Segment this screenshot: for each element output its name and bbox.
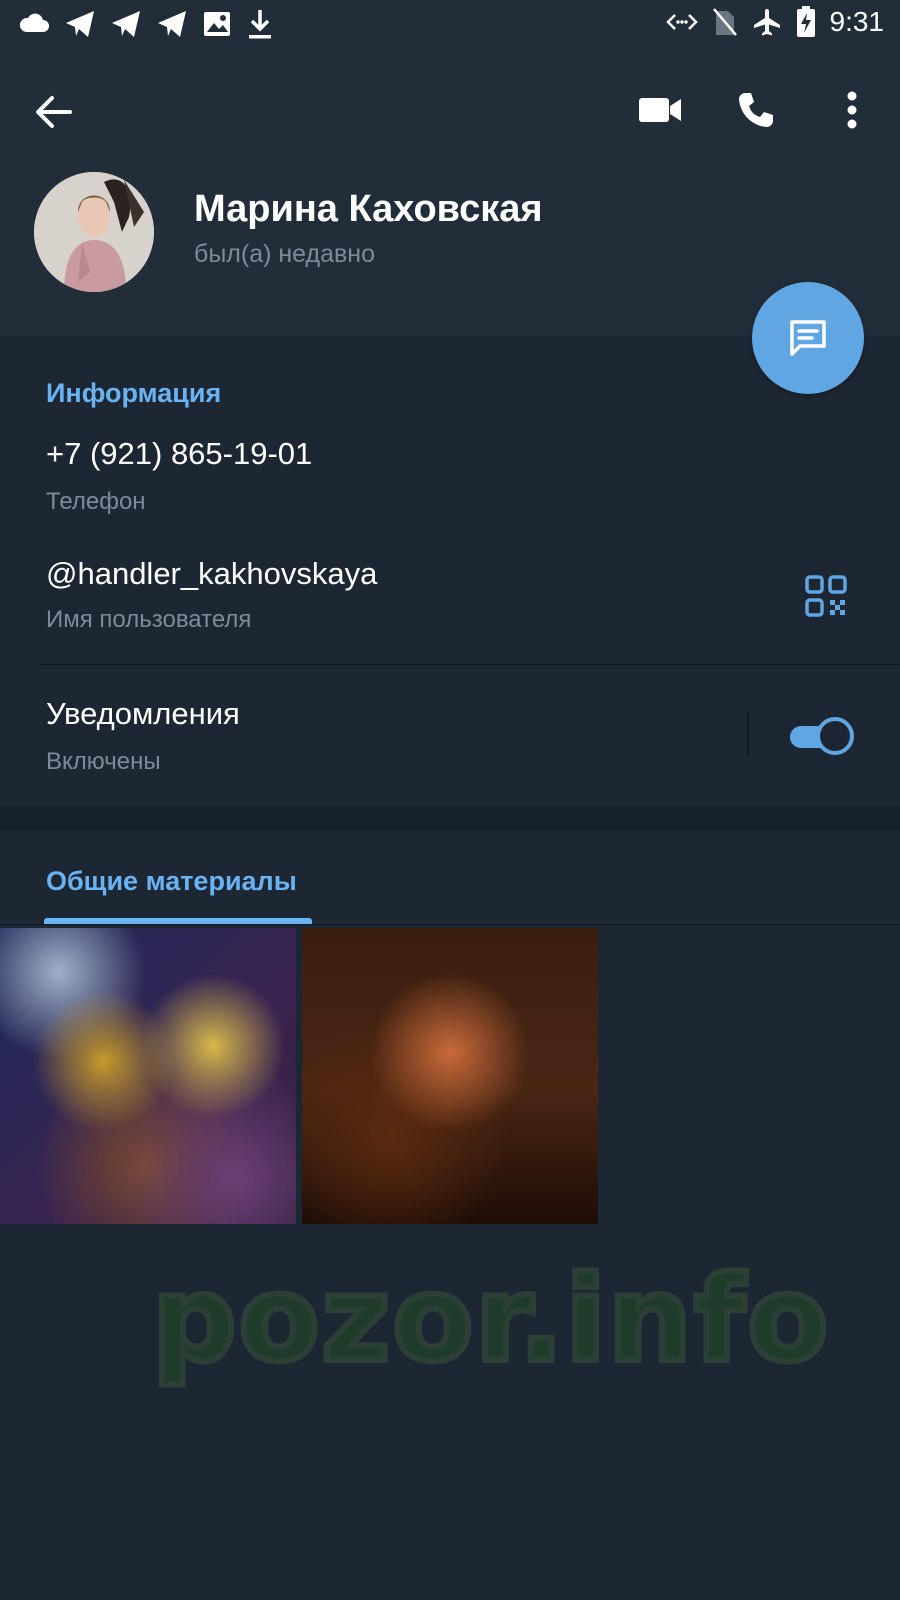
no-sim-icon (712, 8, 737, 36)
more-options-button[interactable] (824, 82, 880, 138)
status-bar: 9:31 (0, 0, 900, 50)
telegram-icon (66, 11, 94, 37)
clock: 9:31 (829, 6, 885, 37)
profile-header: Марина Каховская был(а) недавно (0, 50, 900, 336)
tab-divider (0, 924, 900, 925)
notifications-state: Включены (46, 748, 161, 775)
qr-code-button[interactable] (804, 574, 848, 618)
telegram-icon (112, 11, 140, 37)
notifications-title: Уведомления (46, 696, 240, 731)
system-icons: 9:31 (665, 6, 885, 38)
notifications-toggle[interactable] (790, 717, 856, 755)
section-gap (0, 806, 900, 830)
media-thumbnail[interactable] (0, 928, 296, 1224)
phone-label: Телефон (46, 488, 146, 515)
cloud-icon (19, 13, 49, 32)
telegram-icon (158, 11, 186, 37)
avatar-photo (34, 172, 154, 292)
arrow-left-icon (36, 96, 72, 128)
call-button[interactable] (728, 82, 784, 138)
send-message-button[interactable] (752, 282, 864, 394)
back-button[interactable] (30, 88, 78, 136)
image-icon (204, 12, 230, 36)
phone-icon (739, 93, 773, 127)
download-icon (249, 10, 271, 39)
toggle-knob (816, 717, 854, 755)
message-icon (790, 320, 826, 356)
username: @handler_kakhovskaya (46, 556, 378, 591)
vertical-separator (747, 712, 749, 756)
last-seen-status: был(а) недавно (194, 240, 376, 268)
username-label: Имя пользователя (46, 606, 252, 633)
battery-charging-icon (796, 6, 815, 37)
tab-shared-media[interactable]: Общие материалы (46, 866, 297, 897)
phone-number: +7 (921) 865-19-01 (46, 436, 313, 471)
watermark: pozor.info (149, 1247, 831, 1391)
contact-name: Марина Каховская (194, 188, 543, 230)
avatar[interactable] (34, 172, 154, 292)
more-vert-icon (847, 91, 857, 129)
divider (40, 664, 900, 665)
media-thumbnail[interactable] (302, 928, 598, 1224)
qr-code-icon (805, 575, 847, 617)
notification-icons (18, 8, 274, 40)
video-camera-icon (639, 98, 681, 122)
data-saver-icon (665, 14, 698, 30)
video-call-button[interactable] (632, 82, 688, 138)
airplane-icon (753, 9, 780, 36)
info-section-title: Информация (46, 378, 222, 408)
